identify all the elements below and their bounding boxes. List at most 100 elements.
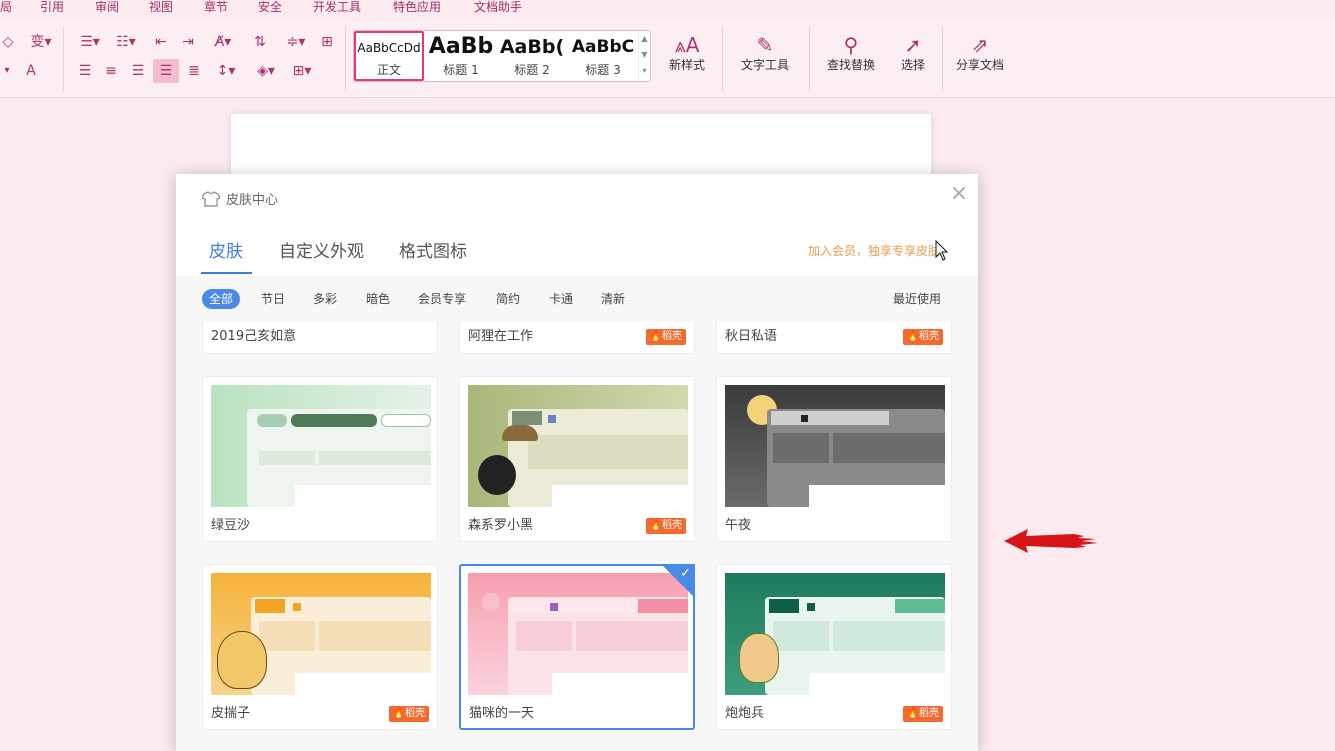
- ribbon-separator: [809, 26, 810, 92]
- chevron-up-icon[interactable]: ▲: [639, 31, 650, 47]
- increase-indent-icon[interactable]: ⇥: [178, 34, 198, 50]
- tshirt-icon: [202, 191, 220, 207]
- search-icon: ⚲: [843, 33, 859, 57]
- menu-item-features[interactable]: 特色应用: [393, 0, 441, 14]
- ribbon-toolbar: ◇ 变▾ ▾ A ☰▾ ☷▾ ⇤ ⇥ A̸▾ ⇅ ≑▾ ⊞ ☰ ≡ ☰ ☰ ≣ …: [0, 18, 1335, 98]
- align-left-icon[interactable]: ☰: [75, 63, 95, 79]
- close-icon[interactable]: ×: [948, 183, 970, 205]
- filter-simple[interactable]: 简约: [496, 289, 520, 309]
- skin-card[interactable]: 皮揣子 🔥稻壳: [202, 564, 438, 730]
- style-heading-3[interactable]: AaBbC 标题 3: [568, 31, 638, 81]
- menu-item-layout[interactable]: 局: [0, 0, 12, 14]
- skin-thumbnail: [468, 573, 688, 695]
- align-right-icon[interactable]: ☰: [128, 63, 148, 79]
- red-arrow-icon: [1004, 529, 1098, 553]
- skin-card-selected[interactable]: ✓ 猫咪的一天: [459, 564, 695, 730]
- skin-card[interactable]: 2019己亥如意: [202, 322, 438, 354]
- cursor-icon: ➚: [904, 33, 922, 57]
- align-center-icon[interactable]: ≡: [101, 63, 121, 79]
- bullet-list-icon[interactable]: ☰▾: [75, 34, 105, 50]
- membership-promo-link[interactable]: 加入会员，独享专享皮肤: [808, 243, 940, 259]
- ribbon-separator: [63, 26, 64, 92]
- skin-card[interactable]: 午夜: [716, 376, 952, 542]
- font-dropdown-icon[interactable]: ▾: [0, 63, 14, 79]
- find-replace-button[interactable]: ⚲ 查找替换: [818, 32, 884, 72]
- filter-member[interactable]: 会员专享: [418, 289, 466, 309]
- menu-item-security[interactable]: 安全: [258, 0, 282, 14]
- tab-skins[interactable]: 皮肤: [209, 241, 243, 263]
- active-tab-indicator: [201, 272, 252, 274]
- clear-format-icon[interactable]: ◇: [0, 34, 16, 50]
- paragraph-spacing-icon[interactable]: ≑▾: [281, 34, 311, 50]
- menu-item-doc-assistant[interactable]: 文档助手: [474, 0, 522, 14]
- distributed-align-icon[interactable]: ≣: [184, 63, 204, 79]
- style-normal[interactable]: AaBbCcDd 正文: [354, 31, 424, 81]
- skin-center-dialog: 皮肤中心 × 皮肤 自定义外观 格式图标 加入会员，独享专享皮肤 全部 节日 多…: [176, 174, 978, 751]
- table-layout-icon[interactable]: ⊞: [317, 34, 337, 50]
- new-style-button[interactable]: ⩓A 新样式: [659, 32, 715, 72]
- expand-icon[interactable]: ▾: [639, 63, 650, 79]
- share-document-button[interactable]: ⇗ 分享文档: [950, 32, 1010, 72]
- cartoon-cat-icon: [217, 631, 267, 689]
- text-direction-icon[interactable]: A̸▾: [207, 34, 239, 50]
- style-heading-1[interactable]: AaBb 标题 1: [426, 31, 496, 81]
- justify-icon[interactable]: ☰: [153, 59, 179, 83]
- skin-card[interactable]: 阿狸在工作 🔥稻壳: [459, 322, 695, 354]
- skin-grid: 2019己亥如意 阿狸在工作 🔥稻壳 秋日私语 🔥稻壳 绿豆沙 森系罗小黑 🔥稻…: [176, 322, 978, 751]
- filter-colorful[interactable]: 多彩: [313, 289, 337, 309]
- skin-filter-bar: 全部 节日 多彩 暗色 会员专享 简约 卡通 清新 最近使用: [176, 276, 978, 322]
- docer-badge: 🔥稻壳: [645, 329, 686, 345]
- skin-card[interactable]: 炮炮兵 🔥稻壳: [716, 564, 952, 730]
- ribbon-separator: [722, 26, 723, 92]
- filter-dark[interactable]: 暗色: [366, 289, 390, 309]
- skin-thumbnail: [468, 385, 688, 507]
- menu-bar: 局 引用 审阅 视图 章节 安全 开发工具 特色应用 文档助手: [0, 0, 1335, 18]
- menu-item-references[interactable]: 引用: [40, 0, 64, 14]
- style-heading-2[interactable]: AaBb( 标题 2: [497, 31, 567, 81]
- mushroom-icon: [502, 425, 538, 441]
- filter-fresh[interactable]: 清新: [601, 289, 625, 309]
- skin-thumbnail: [725, 385, 945, 507]
- wrench-icon: ✎: [756, 33, 774, 57]
- sort-icon[interactable]: ⇅: [250, 34, 270, 50]
- share-icon: ⇗: [971, 33, 989, 57]
- menu-item-developer[interactable]: 开发工具: [313, 0, 361, 14]
- black-cat-icon: [478, 455, 516, 495]
- docer-badge: 🔥稻壳: [902, 329, 943, 345]
- tab-format-icons[interactable]: 格式图标: [399, 241, 467, 263]
- styles-gallery: AaBbCcDd 正文 AaBb 标题 1 AaBb( 标题 2 AaBbC 标…: [353, 30, 651, 82]
- borders-icon[interactable]: ⊞▾: [287, 63, 317, 79]
- font-color-icon[interactable]: A: [22, 63, 40, 79]
- skin-card[interactable]: 秋日私语 🔥稻壳: [716, 322, 952, 354]
- recently-used-link[interactable]: 最近使用: [893, 289, 941, 309]
- docer-badge: 🔥稻壳: [645, 518, 686, 534]
- skin-card[interactable]: 绿豆沙: [202, 376, 438, 542]
- filter-holiday[interactable]: 节日: [261, 289, 285, 309]
- balloon-icon: [482, 593, 500, 611]
- tab-custom-appearance[interactable]: 自定义外观: [279, 241, 364, 263]
- numbered-list-icon[interactable]: ☷▾: [111, 34, 141, 50]
- dialog-header: 皮肤中心 × 皮肤 自定义外观 格式图标 加入会员，独享专享皮肤: [176, 174, 978, 276]
- line-spacing-icon[interactable]: ↕▾: [211, 63, 241, 79]
- styles-scroll[interactable]: ▲ ▼ ▾: [638, 31, 650, 81]
- docer-badge: 🔥稻壳: [902, 706, 943, 722]
- menu-item-view[interactable]: 视图: [149, 0, 173, 14]
- select-button[interactable]: ➚ 选择: [892, 32, 934, 72]
- ribbon-separator: [942, 26, 943, 92]
- chevron-down-icon[interactable]: ▼: [639, 47, 650, 63]
- filter-all[interactable]: 全部: [202, 289, 241, 309]
- shading-icon[interactable]: ◈▾: [251, 63, 281, 79]
- menu-item-review[interactable]: 审阅: [95, 0, 119, 14]
- dialog-title: 皮肤中心: [202, 191, 278, 210]
- filter-cartoon[interactable]: 卡通: [549, 289, 573, 309]
- mouse-cursor-icon: [935, 240, 949, 261]
- new-style-icon: ⩓A: [674, 33, 700, 57]
- text-tools-button[interactable]: ✎ 文字工具: [732, 32, 798, 72]
- skin-card[interactable]: 森系罗小黑 🔥稻壳: [459, 376, 695, 542]
- ribbon-separator: [345, 26, 346, 92]
- cannon-soldier-icon: [739, 633, 779, 683]
- menu-item-section[interactable]: 章节: [204, 0, 228, 14]
- phonetic-guide-icon[interactable]: 变▾: [26, 34, 56, 50]
- skin-thumbnail: [211, 573, 431, 695]
- decrease-indent-icon[interactable]: ⇤: [151, 34, 171, 50]
